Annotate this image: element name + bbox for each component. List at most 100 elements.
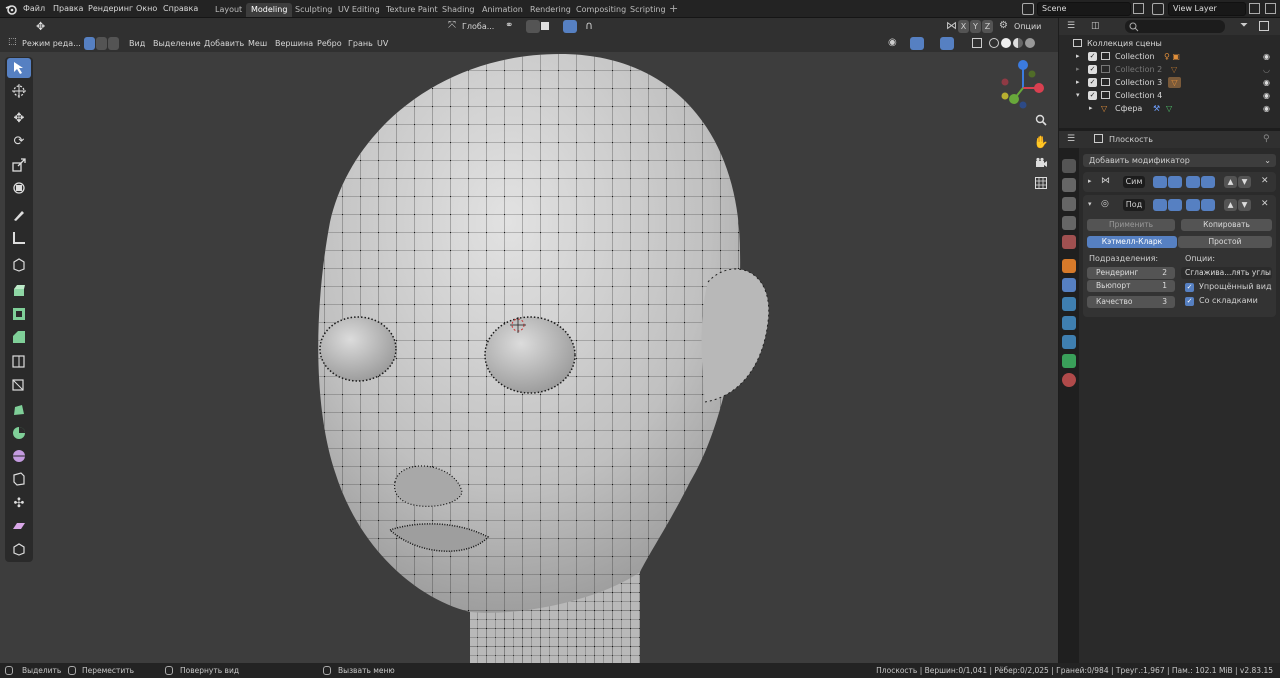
- scene-tab-icon[interactable]: [1062, 235, 1076, 249]
- visibility-eye-icon[interactable]: ◉: [1263, 50, 1270, 63]
- constraints-tab-icon[interactable]: [1062, 335, 1076, 349]
- show-viewport-toggle[interactable]: [1168, 199, 1182, 211]
- render-levels-field[interactable]: Рендеринг 2: [1087, 267, 1175, 279]
- pan-hand-icon[interactable]: ✋: [1030, 132, 1052, 152]
- menu-add[interactable]: Добавить: [204, 35, 244, 52]
- blender-logo-icon[interactable]: [5, 3, 17, 15]
- visibility-eye-icon[interactable]: ◉: [1263, 89, 1270, 102]
- transform-tool-icon[interactable]: ✥: [36, 20, 45, 33]
- exclude-checkbox[interactable]: ✓: [1088, 52, 1097, 61]
- on-cage-toggle[interactable]: [1201, 199, 1215, 211]
- exclude-checkbox[interactable]: ✓: [1088, 78, 1097, 87]
- remove-view-layer-icon[interactable]: [1265, 3, 1276, 14]
- expand-arrow-icon[interactable]: ▸: [1088, 177, 1092, 185]
- edge-slide-tool-icon[interactable]: [7, 469, 31, 489]
- show-viewport-toggle[interactable]: [1168, 176, 1182, 188]
- mirror-x-toggle[interactable]: X: [958, 20, 969, 33]
- outliner-item-collection-2[interactable]: ▸ ✓ Collection 2 ▽ ◡: [1059, 63, 1280, 76]
- tab-uv-editing[interactable]: UV Editing: [333, 3, 385, 17]
- edit-cage-toggle[interactable]: [1153, 176, 1167, 188]
- new-scene-icon[interactable]: [1133, 3, 1144, 14]
- catmull-clark-button[interactable]: Кэтмелл-Кларк: [1087, 236, 1177, 248]
- apply-button[interactable]: Применить: [1087, 219, 1175, 231]
- menu-edge[interactable]: Ребро: [317, 35, 342, 52]
- orthographic-grid-icon[interactable]: [1030, 173, 1052, 193]
- xray-icon[interactable]: [972, 38, 982, 48]
- mode-dropdown[interactable]: Режим реда...: [22, 35, 81, 52]
- 3d-viewport[interactable]: ✋: [0, 52, 1058, 663]
- show-render-toggle[interactable]: [1186, 199, 1200, 211]
- show-render-toggle[interactable]: [1186, 176, 1200, 188]
- display-mode-icon[interactable]: ◫: [1091, 21, 1100, 31]
- subdivision-modifier-name-field[interactable]: Под: [1123, 199, 1145, 211]
- bevel-tool-icon[interactable]: [7, 327, 31, 347]
- move-up-button[interactable]: ▲: [1224, 199, 1237, 211]
- tab-layout[interactable]: Layout: [210, 3, 247, 17]
- knife-tool-icon[interactable]: [7, 374, 31, 394]
- exclude-checkbox[interactable]: ✓: [1088, 65, 1097, 74]
- menu-window[interactable]: Окно: [136, 0, 157, 18]
- menu-mesh[interactable]: Меш: [248, 35, 267, 52]
- simple-button[interactable]: Простой: [1178, 236, 1272, 248]
- zoom-icon[interactable]: [1030, 110, 1052, 130]
- tab-sculpting[interactable]: Sculpting: [290, 3, 337, 17]
- extrude-tool-icon[interactable]: [7, 280, 31, 300]
- tool-settings-icon[interactable]: ⚙: [999, 20, 1008, 31]
- exclude-checkbox[interactable]: ✓: [1088, 91, 1097, 100]
- mirror-butterfly-icon[interactable]: ⋈: [946, 19, 957, 32]
- select-box-tool-icon[interactable]: [7, 58, 31, 78]
- tab-modeling[interactable]: Modeling: [246, 3, 293, 17]
- on-cage-toggle[interactable]: [1201, 176, 1215, 188]
- shear-tool-icon[interactable]: [7, 516, 31, 536]
- filter-icon[interactable]: ⏷: [1240, 20, 1248, 31]
- navigation-gizmo[interactable]: [996, 58, 1056, 114]
- menu-select[interactable]: Выделение: [153, 35, 201, 52]
- add-modifier-dropdown[interactable]: Добавить модификатор ⌄: [1083, 154, 1276, 167]
- measure-tool-icon[interactable]: [7, 228, 31, 248]
- outliner-item-collection-3[interactable]: ▸ ✓ Collection 3 ▽ ◉: [1059, 76, 1280, 89]
- transform-orientation-dropdown[interactable]: Глоба...: [462, 18, 494, 35]
- visibility-icon[interactable]: ◉: [888, 37, 897, 48]
- menu-edit[interactable]: Правка: [53, 0, 83, 18]
- face-select-toggle[interactable]: [108, 37, 119, 50]
- wireframe-shading-icon[interactable]: [989, 38, 999, 48]
- new-view-layer-icon[interactable]: [1249, 3, 1260, 14]
- tab-rendering[interactable]: Rendering: [525, 3, 576, 17]
- output-tab-icon[interactable]: [1062, 197, 1076, 211]
- rendered-shading-icon[interactable]: [1025, 38, 1035, 48]
- data-tab-icon[interactable]: [1062, 354, 1076, 368]
- proportional-edit-toggle[interactable]: [563, 20, 577, 33]
- menu-file[interactable]: Файл: [23, 0, 45, 18]
- material-shading-icon[interactable]: [1013, 38, 1023, 48]
- menu-face[interactable]: Грань: [348, 35, 373, 52]
- move-down-button[interactable]: ▼: [1238, 199, 1251, 211]
- add-workspace-icon[interactable]: +: [669, 2, 678, 15]
- object-tab-icon[interactable]: [1062, 259, 1076, 273]
- poly-build-tool-icon[interactable]: [7, 400, 31, 420]
- rip-region-tool-icon[interactable]: [7, 539, 31, 559]
- menu-help[interactable]: Справка: [163, 0, 198, 18]
- outliner-item-sphere[interactable]: ▸ ▽ Сфера ⚒ ▽ ◉: [1059, 102, 1280, 115]
- viewport-levels-field[interactable]: Вьюпорт 1: [1087, 280, 1175, 292]
- menu-view[interactable]: Вид: [129, 35, 145, 52]
- particles-tab-icon[interactable]: [1062, 297, 1076, 311]
- scene-selector-icon[interactable]: [1022, 3, 1034, 15]
- tool-tab-icon[interactable]: [1062, 159, 1076, 173]
- spin-tool-icon[interactable]: [7, 423, 31, 443]
- collapse-arrow-icon[interactable]: ▾: [1076, 89, 1080, 102]
- pivot-icon[interactable]: ⚭: [505, 20, 513, 31]
- scale-tool-icon[interactable]: [7, 155, 31, 175]
- mirror-z-toggle[interactable]: Z: [982, 20, 993, 33]
- menu-vertex[interactable]: Вершина: [275, 35, 313, 52]
- move-down-button[interactable]: ▼: [1238, 176, 1251, 188]
- collapse-arrow-icon[interactable]: ▾: [1088, 200, 1092, 208]
- menu-render[interactable]: Рендеринг: [88, 0, 133, 18]
- edge-select-toggle[interactable]: [96, 37, 107, 50]
- move-tool-icon[interactable]: ✥: [7, 108, 31, 128]
- uv-smooth-dropdown[interactable]: Сглажива...лять углы: [1181, 267, 1272, 279]
- properties-editor-icon[interactable]: ☰: [1067, 134, 1075, 144]
- view-layer-icon[interactable]: [1152, 3, 1164, 15]
- scene-name-field[interactable]: Scene: [1037, 2, 1131, 16]
- mirror-y-toggle[interactable]: Y: [970, 20, 981, 33]
- view-layer-field[interactable]: View Layer: [1168, 2, 1246, 16]
